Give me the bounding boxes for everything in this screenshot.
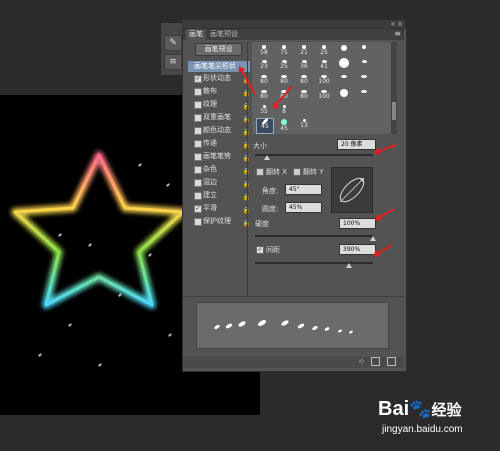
watermark-url: jingyan.baidu.com bbox=[382, 424, 463, 435]
brush-tip[interactable] bbox=[336, 74, 352, 88]
roundness-field[interactable]: 45% bbox=[285, 202, 322, 213]
hardness-label: 硬度 bbox=[255, 220, 269, 228]
size-slider[interactable] bbox=[255, 154, 373, 156]
brush-tip[interactable]: 75 bbox=[276, 44, 292, 58]
watermark-logo: Bai🐾经验 bbox=[378, 398, 462, 420]
brush-tip[interactable]: 25 bbox=[276, 59, 292, 73]
brush-tip[interactable]: 36 bbox=[296, 59, 312, 73]
brush-tip[interactable]: 25 bbox=[316, 44, 332, 58]
paw-icon: 🐾 bbox=[409, 399, 432, 419]
brush-tip-grid[interactable]: 58 75 21 25 23 25 36 41 80 80 80 100 80 … bbox=[252, 42, 392, 134]
hardness-field[interactable]: 100% bbox=[339, 218, 376, 229]
sidebar-item-noise[interactable]: 杂色🔒 bbox=[188, 164, 250, 175]
sidebar-item-dual-brush[interactable]: 双重画笔🔒 bbox=[188, 112, 250, 123]
brush-tip[interactable] bbox=[336, 44, 352, 58]
angle-ellipse-icon bbox=[339, 177, 365, 203]
brush-tip[interactable]: 80 bbox=[256, 74, 272, 88]
angle-field[interactable]: 45° bbox=[285, 184, 322, 195]
spacing-slider-knob[interactable] bbox=[346, 263, 353, 268]
flip-x-label: 翻转 X bbox=[266, 168, 288, 176]
flip-y-checkbox[interactable] bbox=[293, 168, 301, 176]
spacing-label: 间距 bbox=[266, 246, 280, 254]
checkbox[interactable] bbox=[194, 114, 202, 122]
checkbox[interactable] bbox=[194, 166, 202, 174]
checkbox[interactable] bbox=[194, 218, 202, 226]
brush-grid-scrollbar[interactable] bbox=[391, 42, 397, 134]
brush-tip[interactable] bbox=[356, 59, 372, 73]
size-slider-knob[interactable] bbox=[263, 155, 270, 160]
toggle-preview-icon[interactable]: ⟲ bbox=[358, 358, 364, 366]
sidebar-item-color-dynamics[interactable]: 颜色动态🔒 bbox=[188, 125, 250, 136]
brush-tip[interactable] bbox=[356, 89, 372, 103]
brush-icon[interactable]: ✎ bbox=[164, 35, 182, 51]
angle-label: 角度: bbox=[262, 187, 279, 195]
new-preset-icon[interactable] bbox=[371, 357, 380, 366]
checkbox[interactable] bbox=[194, 192, 202, 200]
panel-menu-icon[interactable]: ≡ bbox=[394, 29, 401, 38]
create-brush-icon[interactable] bbox=[387, 357, 396, 366]
roundness-label: 圆度: bbox=[262, 205, 279, 213]
hardness-slider[interactable] bbox=[255, 235, 373, 237]
preview-divider bbox=[183, 296, 404, 297]
flip-x-checkbox[interactable] bbox=[256, 168, 264, 176]
sliders-icon[interactable]: ≡ bbox=[164, 54, 182, 70]
checkbox[interactable] bbox=[194, 127, 202, 135]
panel-bottom-bar: ⟲ bbox=[183, 357, 404, 368]
panel-icon-strip: ✎ ≡ bbox=[160, 22, 184, 76]
brush-tip[interactable]: 80 bbox=[256, 89, 272, 103]
sidebar-item-scattering[interactable]: 散布🔒 bbox=[188, 86, 250, 97]
brush-tip[interactable]: 45 bbox=[276, 118, 292, 132]
brush-tip-selected[interactable]: 45 bbox=[256, 117, 274, 134]
checkbox[interactable] bbox=[194, 153, 202, 161]
brush-tip[interactable]: 13 bbox=[296, 118, 312, 132]
angle-roundness-widget[interactable] bbox=[331, 167, 373, 213]
flip-y-label: 翻转 Y bbox=[303, 168, 324, 176]
brush-tip[interactable]: 21 bbox=[296, 44, 312, 58]
tab-brush-presets[interactable]: 画笔预设 bbox=[207, 29, 241, 40]
close-icon[interactable]: × bbox=[397, 20, 403, 28]
brush-tip[interactable] bbox=[356, 44, 372, 58]
size-field[interactable]: 20 像素 bbox=[337, 139, 376, 150]
brush-presets-button[interactable]: 画笔预设 bbox=[195, 43, 242, 56]
sidebar-item-wet-edges[interactable]: 湿边🔒 bbox=[188, 177, 250, 188]
brush-tip[interactable]: 41 bbox=[316, 59, 332, 73]
sidebar-item-texture[interactable]: 纹理🔒 bbox=[188, 99, 250, 110]
checkbox[interactable] bbox=[194, 179, 202, 187]
preview-stroke-dots bbox=[214, 320, 353, 334]
brush-tip[interactable] bbox=[336, 88, 352, 102]
spacing-checkbox[interactable]: ✓ bbox=[256, 246, 264, 254]
brush-tip[interactable] bbox=[356, 74, 372, 88]
checkbox[interactable] bbox=[194, 140, 202, 148]
hardness-slider-knob[interactable] bbox=[370, 236, 376, 241]
brush-stroke-preview bbox=[196, 302, 389, 349]
sidebar-item-transfer[interactable]: 传递🔒 bbox=[188, 138, 250, 149]
brush-tip[interactable]: 100 bbox=[316, 89, 332, 103]
brush-options-list: 画笔笔尖形状 ✓形状动态🔒 散布🔒 纹理🔒 双重画笔🔒 颜色动态🔒 传递🔒 画笔… bbox=[188, 61, 250, 231]
checkbox[interactable] bbox=[194, 88, 202, 96]
collapse-icon[interactable]: « bbox=[391, 20, 395, 28]
brush-tip[interactable]: 100 bbox=[316, 74, 332, 88]
sidebar-item-protect-texture[interactable]: 保护纹理🔒 bbox=[188, 216, 250, 227]
panel-tabs: 画笔 画笔预设 ≡ bbox=[183, 29, 404, 40]
size-label: 大小 bbox=[253, 142, 267, 150]
brush-tip[interactable] bbox=[336, 57, 352, 71]
sidebar-item-build-up[interactable]: 建立🔒 bbox=[188, 190, 250, 201]
checkbox[interactable]: ✓ bbox=[194, 205, 202, 213]
brush-tip[interactable]: 23 bbox=[256, 59, 272, 73]
checkbox[interactable] bbox=[194, 101, 202, 109]
brush-tip[interactable]: 80 bbox=[296, 89, 312, 103]
scrollbar-thumb[interactable] bbox=[392, 102, 396, 120]
sidebar-item-brush-pose[interactable]: 画笔笔势🔒 bbox=[188, 151, 250, 162]
sidebar-item-shape-dynamics[interactable]: ✓形状动态🔒 bbox=[188, 73, 250, 84]
brush-tip[interactable]: 80 bbox=[296, 74, 312, 88]
brush-tip[interactable]: 58 bbox=[256, 44, 272, 58]
spacing-slider[interactable] bbox=[255, 262, 373, 264]
checkbox[interactable]: ✓ bbox=[194, 75, 202, 83]
tab-brush[interactable]: 画笔 bbox=[186, 29, 206, 40]
sidebar-item-smoothing[interactable]: ✓平滑🔒 bbox=[188, 203, 250, 214]
